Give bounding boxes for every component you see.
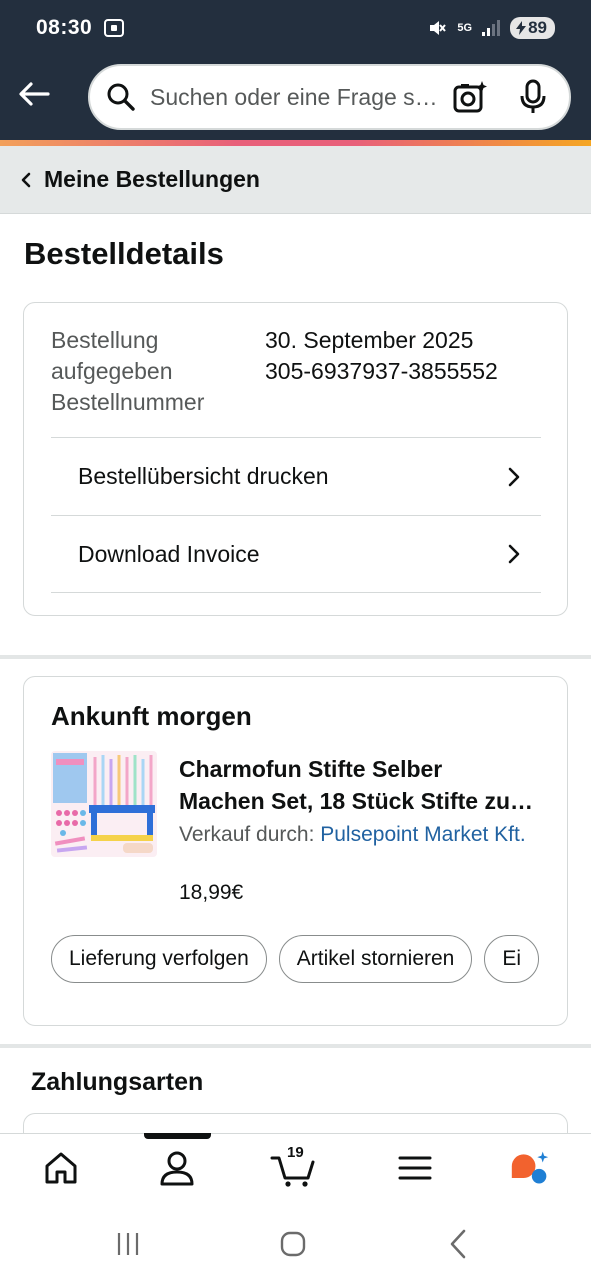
battery-indicator: 89 <box>510 17 555 39</box>
product-title-line1: Charmofun Stifte Selber <box>179 756 443 782</box>
order-summary-card: Bestellung aufgegeben Bestellnummer 30. … <box>23 302 568 616</box>
app-header <box>0 56 591 140</box>
product-title[interactable]: Charmofun Stifte Selber Machen Set, 18 S… <box>179 753 539 817</box>
camera-search-icon[interactable] <box>452 79 488 115</box>
product-thumbnail <box>51 751 157 857</box>
breadcrumb-label: Meine Bestellungen <box>44 166 260 192</box>
chevron-right-icon <box>508 467 520 486</box>
seller-link[interactable]: Pulsepoint Market Kft. <box>320 823 525 846</box>
track-delivery-button[interactable]: Lieferung verfolgen <box>51 935 267 983</box>
system-navigation-bar <box>0 1209 591 1280</box>
breadcrumb[interactable]: Meine Bestellungen <box>0 146 591 214</box>
mute-icon <box>430 21 447 35</box>
search-icon <box>107 83 135 111</box>
seller-prefix: Verkauf durch: <box>179 823 321 846</box>
cart-button[interactable]: 19 <box>270 1144 318 1188</box>
download-invoice-row[interactable]: Download Invoice <box>51 515 541 593</box>
search-bar[interactable] <box>88 64 571 130</box>
system-home-icon[interactable] <box>276 1227 310 1261</box>
order-number: 305-6937937-3855552 <box>265 358 498 384</box>
chevron-left-icon <box>21 172 31 187</box>
page-title: Bestelldetails <box>24 236 224 271</box>
order-values: 30. September 2025 305-6937937-3855552 <box>265 325 498 387</box>
search-input[interactable] <box>150 83 440 111</box>
more-actions-button[interactable]: Ei <box>484 935 540 983</box>
status-time: 08:30 <box>36 16 93 39</box>
order-placed-label-line1: Bestellung <box>51 327 159 353</box>
recent-apps-icon[interactable] <box>113 1227 147 1261</box>
account-icon[interactable] <box>157 1148 197 1188</box>
order-date: 30. September 2025 <box>265 327 474 353</box>
print-summary-label: Bestellübersicht drucken <box>78 463 329 489</box>
back-arrow-icon[interactable] <box>16 76 52 112</box>
bottom-navigation: 19 <box>0 1133 591 1209</box>
shipment-actions: Lieferung verfolgen Artikel stornieren E… <box>51 935 548 985</box>
status-indicators: 5G 89 <box>427 17 555 39</box>
seller-info: Verkauf durch: Pulsepoint Market Kft. <box>179 819 539 850</box>
print-summary-row[interactable]: Bestellübersicht drucken <box>51 437 541 515</box>
network-type: 5G <box>457 22 473 34</box>
section-divider <box>0 1044 591 1048</box>
system-back-icon[interactable] <box>442 1227 476 1261</box>
cancel-item-button[interactable]: Artikel stornieren <box>278 935 473 983</box>
battery-level: 89 <box>528 18 547 37</box>
shipment-card: Ankunft morgen Charmofun Stifte Selber M… <box>23 676 568 1026</box>
download-invoice-label: Download Invoice <box>78 540 260 567</box>
signal-icon <box>482 20 501 36</box>
active-tab-indicator <box>144 1133 211 1139</box>
charging-icon <box>516 21 527 35</box>
cart-count-badge: 19 <box>287 1144 304 1161</box>
product-price: 18,99€ <box>179 881 244 904</box>
microphone-icon[interactable] <box>518 79 548 115</box>
status-bar: 08:30 5G 89 <box>0 0 591 56</box>
screenshot-icon <box>104 19 125 37</box>
section-divider <box>0 655 591 659</box>
order-number-label: Bestellnummer <box>51 389 205 415</box>
menu-icon[interactable] <box>395 1148 435 1188</box>
order-labels: Bestellung aufgegeben Bestellnummer <box>51 325 204 418</box>
chevron-right-icon <box>508 544 520 564</box>
shipment-status-title: Ankunft morgen <box>51 701 252 731</box>
order-placed-label-line2: aufgegeben <box>51 358 173 384</box>
rufus-assistant-icon[interactable] <box>510 1148 550 1188</box>
payments-section-title: Zahlungsarten <box>31 1068 204 1096</box>
home-icon[interactable] <box>41 1148 81 1188</box>
product-image[interactable] <box>51 751 157 857</box>
product-title-line2: Machen Set, 18 Stück Stifte zum Selbstge… <box>179 788 539 814</box>
